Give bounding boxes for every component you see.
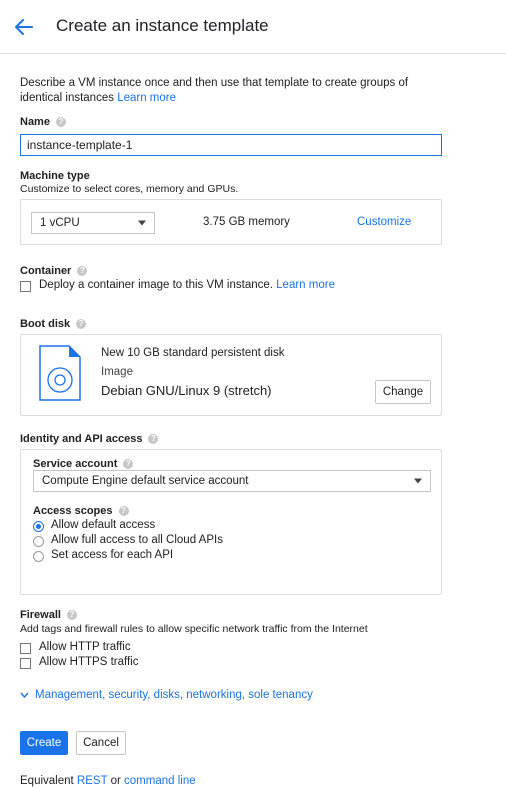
- help-icon[interactable]: ?: [77, 266, 88, 277]
- access-scopes-label: Access scopes: [33, 505, 113, 517]
- cores-select[interactable]: 1 vCPU: [31, 212, 155, 234]
- service-account-value: Compute Engine default service account: [42, 475, 249, 487]
- scope-label-each: Set access for each API: [51, 549, 174, 561]
- identity-section-label: Identity and API access?: [20, 433, 159, 445]
- management-expander[interactable]: Management, security, disks, networking,…: [20, 689, 313, 701]
- service-account-select[interactable]: Compute Engine default service account: [33, 470, 431, 492]
- intro-learn-more-link[interactable]: Learn more: [117, 92, 176, 104]
- change-disk-button[interactable]: Change: [375, 380, 431, 404]
- back-arrow-icon[interactable]: [12, 16, 36, 38]
- disk-file-icon: [39, 345, 81, 404]
- intro-line1: Describe a VM instance once and then use…: [20, 77, 409, 89]
- memory-text: 3.75 GB memory: [203, 216, 290, 228]
- help-icon[interactable]: ?: [66, 610, 77, 621]
- rest-link[interactable]: REST: [77, 775, 107, 787]
- http-checkbox[interactable]: [20, 643, 31, 654]
- chevron-down-icon: [20, 689, 29, 701]
- firewall-section-label: Firewall?: [20, 609, 77, 621]
- scope-radio-each[interactable]: [33, 551, 44, 562]
- intro-text: Describe a VM instance once and then use…: [20, 76, 490, 106]
- page-header: Create an instance template: [0, 0, 506, 54]
- container-checkbox-text: Deploy a container image to this VM inst…: [39, 279, 335, 291]
- footer-or: or: [110, 775, 121, 787]
- help-icon[interactable]: ?: [55, 117, 66, 128]
- scope-radio-full[interactable]: [33, 536, 44, 547]
- container-checkbox[interactable]: [20, 281, 31, 292]
- caret-down-icon: [138, 220, 146, 226]
- image-label: Image: [101, 366, 133, 378]
- name-label: Name: [20, 116, 50, 128]
- page-title: Create an instance template: [56, 16, 269, 35]
- boot-disk-section-label: Boot disk?: [20, 318, 87, 330]
- name-section-label: Name?: [20, 116, 66, 128]
- footer-prefix: Equivalent: [20, 775, 74, 787]
- service-account-section-label: Service account?: [33, 458, 134, 470]
- command-line-link[interactable]: command line: [124, 775, 196, 787]
- http-label: Allow HTTP traffic: [39, 641, 131, 653]
- image-name: Debian GNU/Linux 9 (stretch): [101, 383, 272, 398]
- help-icon[interactable]: ?: [76, 319, 87, 330]
- scope-label-full: Allow full access to all Cloud APIs: [51, 534, 223, 546]
- container-label: Container: [20, 265, 72, 277]
- https-label: Allow HTTPS traffic: [39, 656, 139, 668]
- cores-select-value: 1 vCPU: [40, 217, 80, 229]
- create-button[interactable]: Create: [20, 731, 68, 755]
- machine-type-label: Machine type: [20, 170, 90, 182]
- firewall-label: Firewall: [20, 609, 61, 621]
- access-scopes-section-label: Access scopes?: [33, 505, 129, 517]
- machine-type-box: 1 vCPU 3.75 GB memory Customize: [20, 199, 442, 245]
- firewall-description: Add tags and firewall rules to allow spe…: [20, 623, 368, 635]
- help-icon[interactable]: ?: [118, 506, 129, 517]
- identity-label: Identity and API access: [20, 433, 143, 445]
- boot-disk-label: Boot disk: [20, 318, 71, 330]
- identity-box: Service account? Compute Engine default …: [20, 449, 442, 595]
- boot-disk-box: New 10 GB standard persistent disk Image…: [20, 334, 442, 416]
- intro-line2: identical instances: [20, 92, 114, 104]
- customize-link[interactable]: Customize: [357, 216, 411, 228]
- disk-description: New 10 GB standard persistent disk: [101, 347, 285, 359]
- scope-label-default: Allow default access: [51, 519, 156, 531]
- cancel-button[interactable]: Cancel: [76, 731, 126, 755]
- service-account-label: Service account: [33, 458, 118, 470]
- container-section-label: Container?: [20, 265, 88, 277]
- help-icon[interactable]: ?: [123, 459, 134, 470]
- machine-type-description: Customize to select cores, memory and GP…: [20, 183, 239, 195]
- container-learn-more-link[interactable]: Learn more: [276, 279, 335, 291]
- container-checkbox-label: Deploy a container image to this VM inst…: [39, 279, 273, 291]
- help-icon[interactable]: ?: [148, 434, 159, 445]
- https-checkbox[interactable]: [20, 658, 31, 669]
- name-input[interactable]: [20, 134, 442, 156]
- scope-radio-default[interactable]: [33, 521, 44, 532]
- equivalent-footer: Equivalent REST or command line: [20, 775, 196, 787]
- management-link: Management, security, disks, networking,…: [35, 689, 313, 701]
- caret-down-icon: [414, 478, 422, 484]
